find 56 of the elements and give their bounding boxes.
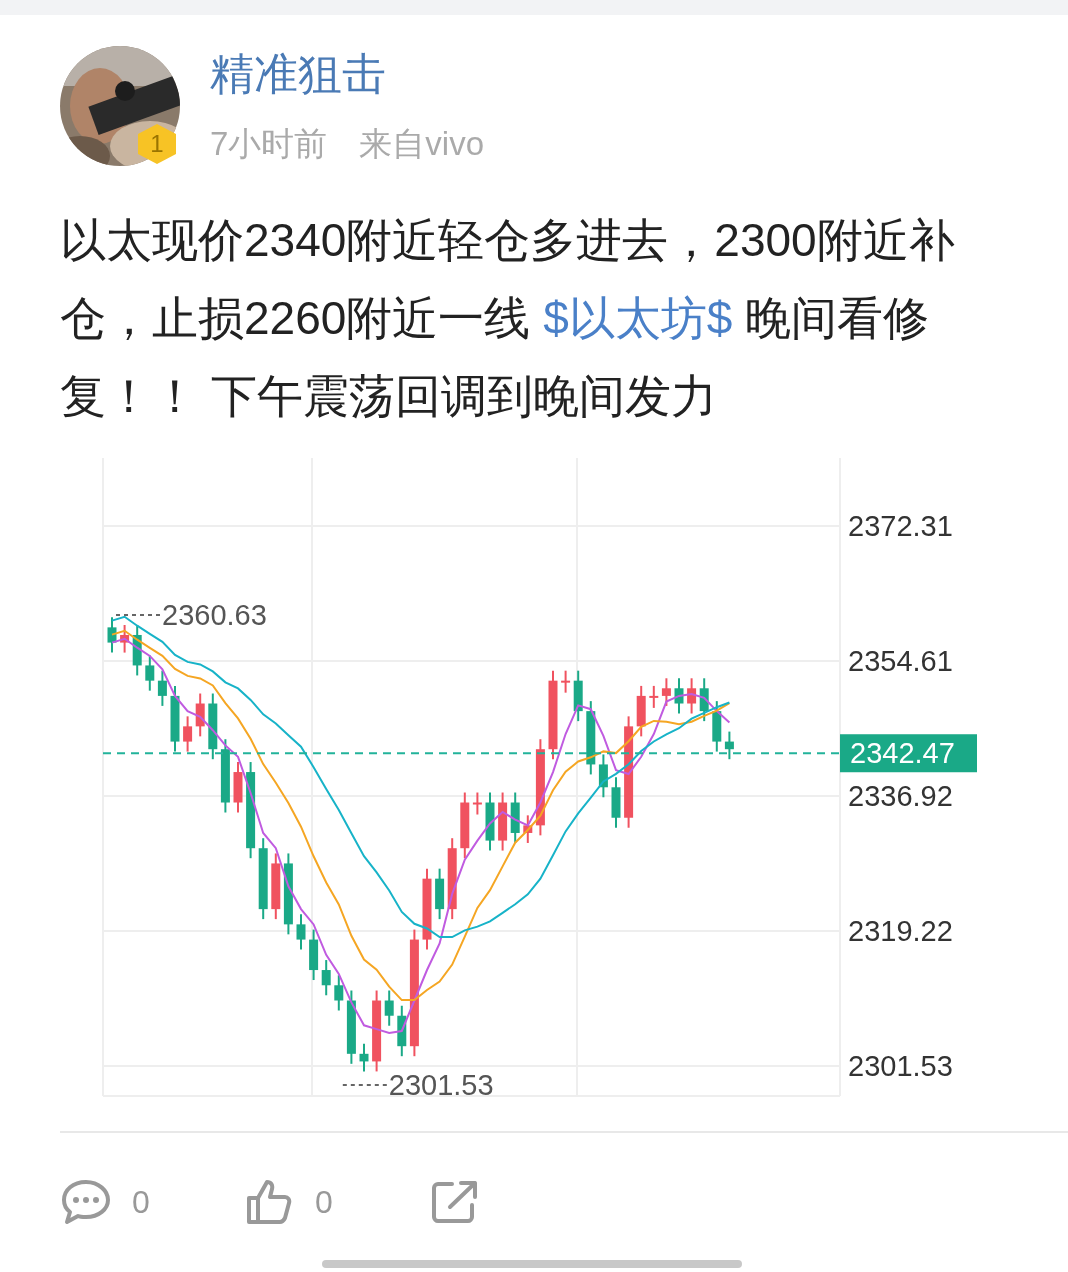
candle [183,715,193,753]
candle [195,692,205,738]
candle [120,624,130,654]
candle [435,867,445,921]
post-time: 7小时前 [210,124,328,164]
candle [132,624,142,677]
comment-icon[interactable] [60,1178,112,1226]
candle [561,669,571,694]
topic-link[interactable]: $以太坊$ [543,292,733,344]
candle [309,928,319,982]
candle [712,700,722,753]
candle [598,753,608,799]
candle [170,684,180,753]
candle [724,730,734,761]
candle [523,814,533,844]
post-text: 以太现价2340附近轻仓多进去，2300附近补仓，止损2260附近一线 $以太坊$ 晚间看修复！！ 下午震荡回调到晚间发力 [60,213,956,424]
candle [649,684,659,709]
candle [498,791,508,852]
candle [573,669,583,723]
candle [611,776,621,829]
candle [271,852,281,921]
candle [460,791,470,860]
action-count: 0 [315,1183,333,1221]
candle [661,677,671,707]
candle [687,677,697,715]
candle [208,692,218,761]
price-label: 2354.61 [848,645,953,677]
candle [485,791,495,852]
candle [359,1042,369,1073]
candle [384,989,394,1027]
candle [699,677,709,723]
leader-line [115,613,161,616]
post-source: 来自vivo [359,124,485,164]
candle [674,677,684,715]
low-price-label: 2301.53 [388,1069,494,1101]
candle [157,669,167,707]
candle [334,974,344,1012]
action-count: 0 [132,1183,150,1221]
candle [397,1004,407,1058]
candle [145,654,155,692]
candle [472,791,482,816]
candle [510,791,520,844]
price-label: 2372.31 [848,510,953,542]
price-label: 2336.92 [848,780,953,812]
price-label: 2319.22 [848,915,953,947]
candle [233,761,243,814]
share-icon[interactable] [430,1179,480,1225]
candle [296,913,306,951]
candle [107,616,117,654]
candle [321,959,331,997]
price-label: 2301.53 [848,1050,953,1082]
leader-line [341,1084,388,1086]
candle [636,684,646,738]
high-price-label: 2360.63 [162,598,267,631]
author-name[interactable]: 精准狙击 [210,45,485,104]
last-price-tag: 2342.47 [840,734,977,773]
